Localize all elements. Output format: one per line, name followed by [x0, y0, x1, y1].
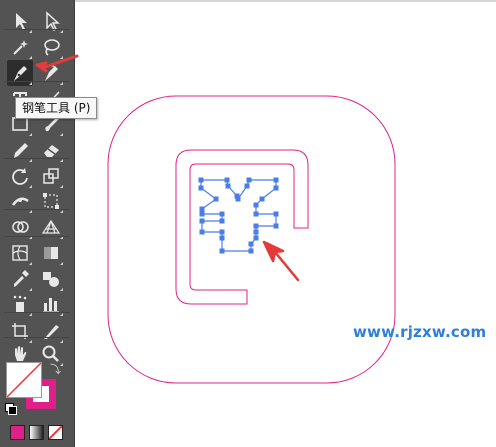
- anchor-point[interactable]: [259, 196, 265, 202]
- anchor-point[interactable]: [213, 196, 219, 202]
- anchor-point[interactable]: [273, 177, 279, 183]
- anchor-point[interactable]: [253, 235, 259, 241]
- pen-path[interactable]: [0, 0, 496, 447]
- pen-path-outline: [200, 179, 277, 252]
- anchor-point[interactable]: [224, 177, 230, 183]
- anchor-point[interactable]: [199, 229, 205, 235]
- anchor-point[interactable]: [273, 185, 279, 191]
- anchor-point[interactable]: [219, 229, 225, 235]
- anchor-point[interactable]: [253, 229, 259, 235]
- anchor-point[interactable]: [246, 177, 252, 183]
- anchor-point[interactable]: [198, 177, 204, 183]
- gradient-mode-button[interactable]: [29, 425, 44, 440]
- color-mode-button[interactable]: [10, 425, 25, 440]
- anchor-point[interactable]: [199, 218, 205, 224]
- anchor-point[interactable]: [273, 211, 279, 217]
- anchor-point[interactable]: [253, 223, 259, 229]
- swap-fill-stroke-icon[interactable]: ⤵: [50, 364, 62, 376]
- default-colors-icon[interactable]: [5, 403, 17, 415]
- anchor-point[interactable]: [253, 202, 259, 208]
- anchor-point[interactable]: [273, 223, 279, 229]
- fill-swatch[interactable]: [6, 362, 42, 398]
- anchor-point[interactable]: [248, 241, 254, 247]
- anchor-point[interactable]: [199, 206, 205, 212]
- anchor-point[interactable]: [248, 248, 254, 254]
- anchor-point[interactable]: [219, 235, 225, 241]
- pen-tool-tooltip: 钢笔工具 (P): [15, 97, 98, 119]
- anchor-point[interactable]: [219, 248, 225, 254]
- none-mode-button[interactable]: [48, 425, 63, 440]
- anchor-point[interactable]: [253, 211, 259, 217]
- artboard-top-edge: [75, 0, 496, 2]
- anchor-point[interactable]: [235, 196, 241, 202]
- anchor-point[interactable]: [198, 185, 204, 191]
- anchor-point[interactable]: [219, 218, 225, 224]
- watermark-text: www.rjzxw.com: [353, 323, 487, 341]
- anchor-point[interactable]: [244, 183, 250, 189]
- anchor-point[interactable]: [225, 183, 231, 189]
- anchor-point[interactable]: [219, 211, 225, 217]
- anchor-point[interactable]: [199, 211, 205, 217]
